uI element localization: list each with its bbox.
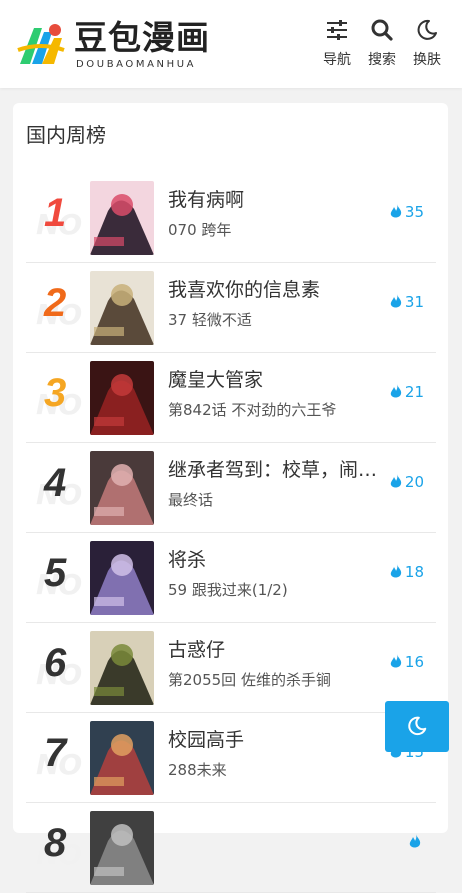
logo-subtitle: DOUBAOMANHUA xyxy=(76,59,197,70)
search-icon xyxy=(371,19,393,41)
latest-chapter: 第842话 不对劲的六王爷 xyxy=(168,401,337,419)
hot-count xyxy=(409,832,424,852)
rank-number: 5 xyxy=(44,551,67,595)
hot-value: 16 xyxy=(404,653,424,671)
comic-cover[interactable] xyxy=(90,541,154,615)
latest-chapter: 最终话 xyxy=(168,491,214,509)
nav-label: 导航 xyxy=(323,52,351,68)
hot-count: 35 xyxy=(390,202,424,222)
comic-title[interactable]: 古惑仔 xyxy=(168,637,388,663)
hot-count: 21 xyxy=(390,382,424,402)
nav-button[interactable]: 导航 xyxy=(317,18,357,76)
ranking-row[interactable]: NO4继承者驾到：校草，闹够了没最终话20 xyxy=(26,443,436,533)
logo-text[interactable]: 豆包漫画 xyxy=(74,18,210,58)
hot-count: 31 xyxy=(390,292,424,312)
search-label: 搜索 xyxy=(368,52,396,68)
rank-number: 7 xyxy=(44,731,67,775)
theme-toggle-button[interactable] xyxy=(385,701,449,752)
comic-title[interactable]: 我有病啊 xyxy=(168,187,388,213)
hot-value: 20 xyxy=(404,473,424,491)
comic-cover[interactable] xyxy=(90,631,154,705)
latest-chapter: 37 轻微不适 xyxy=(168,311,252,329)
comic-title[interactable]: 我喜欢你的信息素 xyxy=(168,277,388,303)
ranking-row[interactable]: NO 8 xyxy=(26,803,436,893)
ranking-row[interactable]: NO 7 校园高手 288未来 15 xyxy=(26,713,436,803)
comic-title[interactable]: 魔皇大管家 xyxy=(168,367,388,393)
ranking-row[interactable]: NO 2 我喜欢你的信息素 37 轻微不适 31 xyxy=(26,263,436,353)
hot-value: 35 xyxy=(404,203,424,221)
flame-icon xyxy=(390,384,402,398)
flame-icon xyxy=(390,294,402,308)
flame-icon xyxy=(390,654,402,668)
comic-title[interactable]: 将杀 xyxy=(168,547,388,573)
sliders-icon xyxy=(327,20,347,40)
rank-number: 8 xyxy=(44,821,67,865)
flame-icon xyxy=(390,564,402,578)
theme-button[interactable]: 换肤 xyxy=(407,18,447,76)
comic-cover[interactable] xyxy=(90,271,154,345)
rank-number: 4 xyxy=(44,461,67,505)
flame-icon xyxy=(390,204,402,218)
hot-value: 18 xyxy=(404,563,424,581)
section-title: 国内周榜 xyxy=(26,123,106,147)
ranking-row[interactable]: NO 1 我有病啊 070 跨年 35 xyxy=(26,173,436,263)
comic-cover[interactable] xyxy=(90,721,154,795)
comic-cover[interactable] xyxy=(90,451,154,525)
flame-icon xyxy=(390,474,402,488)
ranking-list: NO 1 我有病啊 070 跨年 35 NO 2 我喜欢你的信息素 37 轻微不适 31 NO 3 魔皇… xyxy=(26,173,436,893)
rank-number: 2 xyxy=(44,281,67,325)
latest-chapter: 288未来 xyxy=(168,761,227,779)
comic-cover[interactable] xyxy=(90,811,154,885)
comic-cover[interactable] xyxy=(90,361,154,435)
moon-icon xyxy=(417,19,437,40)
comic-title[interactable]: 继承者驾到：校草，闹够了没 xyxy=(168,457,388,483)
rank-number: 1 xyxy=(44,191,67,235)
top-header: 豆包漫画 DOUBAOMANHUA 导航 搜索 换肤 xyxy=(0,0,462,88)
latest-chapter: 59 跟我过来(1/2) xyxy=(168,581,288,599)
latest-chapter: 第2055回 佐维的杀手锏 xyxy=(168,671,331,689)
moon-icon xyxy=(408,716,427,736)
search-button[interactable]: 搜索 xyxy=(362,18,402,76)
weekly-ranking-card: 国内周榜 NO 1 我有病啊 070 跨年 35 NO 2 我喜欢你的信息素 37 轻微不适 31… xyxy=(13,103,448,893)
hot-value: 31 xyxy=(404,293,424,311)
hot-count: 18 xyxy=(390,562,424,582)
ranking-row[interactable]: NO 3 魔皇大管家 第842话 不对劲的六王爷 21 xyxy=(26,353,436,443)
hot-count: 16 xyxy=(390,652,424,672)
ranking-row[interactable]: NO 5 将杀 59 跟我过来(1/2) 18 xyxy=(26,533,436,623)
ranking-row[interactable]: NO 6 古惑仔 第2055回 佐维的杀手锏 16 xyxy=(26,623,436,713)
comic-title[interactable]: 校园高手 xyxy=(168,727,388,753)
hot-count: 20 xyxy=(390,472,424,492)
flame-icon xyxy=(409,834,421,848)
rank-number: 3 xyxy=(44,371,67,415)
theme-label: 换肤 xyxy=(413,52,441,68)
latest-chapter: 070 跨年 xyxy=(168,221,232,239)
comic-cover[interactable] xyxy=(90,181,154,255)
logo-icon[interactable] xyxy=(14,18,68,72)
rank-number: 6 xyxy=(44,641,67,685)
hot-value: 21 xyxy=(404,383,424,401)
